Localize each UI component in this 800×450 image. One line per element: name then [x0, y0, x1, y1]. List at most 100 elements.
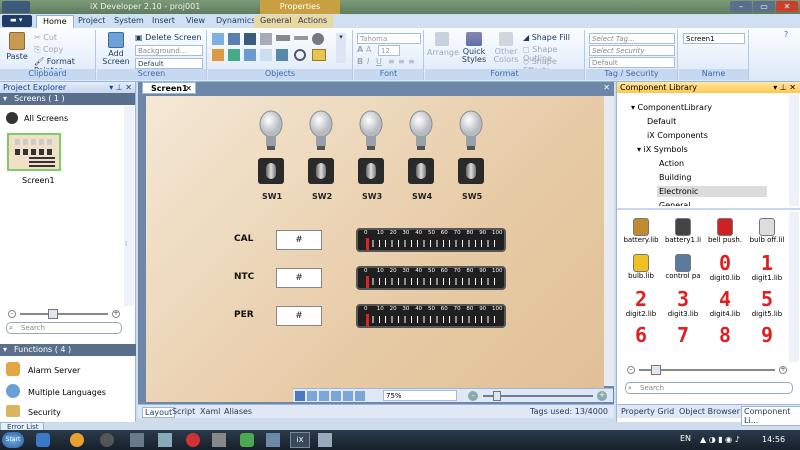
zoom-slider-thumb[interactable]: [493, 391, 501, 401]
security-groups-combo[interactable]: Select Security Groups...: [589, 45, 675, 65]
library-item[interactable]: bulb off.lil: [747, 216, 787, 250]
font-family-combo[interactable]: Tahoma: [357, 33, 421, 44]
tree-node-building[interactable]: Building: [657, 172, 693, 183]
arrange-button[interactable]: Arrange: [427, 32, 459, 57]
button-object-icon[interactable]: [212, 33, 224, 45]
tab-actions[interactable]: Actions: [292, 15, 334, 28]
zoom-in-button[interactable]: +: [597, 391, 607, 401]
start-button[interactable]: Start: [2, 432, 24, 448]
tree-node-electronic[interactable]: Electronic: [657, 186, 767, 197]
numeric-input[interactable]: #: [276, 306, 322, 326]
taskbar-chrome-icon[interactable]: [70, 433, 84, 447]
close-editor-icon[interactable]: ✕: [603, 83, 610, 92]
items-scrollbar[interactable]: [789, 212, 799, 362]
close-tab-icon[interactable]: ✕: [185, 83, 192, 94]
library-item[interactable]: 7: [663, 324, 703, 358]
all-screens-item[interactable]: All Screens: [24, 114, 68, 123]
tab-home[interactable]: Home: [36, 15, 74, 28]
bulb-off-icon[interactable]: [308, 110, 334, 152]
toggle-switch[interactable]: [308, 158, 334, 184]
screen1-thumbnail[interactable]: [7, 133, 61, 171]
delete-screen-button[interactable]: ▣ Delete Screen: [135, 33, 201, 42]
tab-insert[interactable]: Insert: [146, 15, 181, 28]
tab-object-browser[interactable]: Object Browser: [679, 407, 740, 416]
toggle-switch[interactable]: [408, 158, 434, 184]
library-item[interactable]: 9: [747, 324, 787, 358]
bulb-off-icon[interactable]: [258, 110, 284, 152]
app-menu-button[interactable]: [2, 1, 30, 13]
panel-pin-icon[interactable]: ▾ ⊥ ✕: [109, 82, 132, 93]
picture-object-icon[interactable]: [228, 33, 240, 45]
tab-aliases[interactable]: Aliases: [224, 407, 252, 416]
align-left-button[interactable]: ≡: [388, 57, 395, 66]
copy-button[interactable]: ⎘ Copy: [34, 45, 63, 55]
shape-fill-button[interactable]: ◢ Shape Fill: [523, 33, 570, 42]
zoom-out-icon[interactable]: –: [8, 310, 16, 318]
library-item[interactable]: battery1.li: [663, 216, 703, 250]
align-center-button[interactable]: ≡: [398, 57, 405, 66]
library-item[interactable]: battery.lib: [621, 216, 661, 250]
taskbar-line-icon[interactable]: [240, 433, 254, 447]
text-object-icon[interactable]: [276, 49, 288, 61]
library-item[interactable]: 6: [621, 324, 661, 358]
tab-project[interactable]: Project: [72, 15, 111, 28]
zoom-out-icon[interactable]: –: [627, 366, 635, 374]
split-view-icon[interactable]: [343, 391, 353, 401]
library-search-input[interactable]: Search: [625, 382, 793, 394]
bold-toggle[interactable]: B: [357, 57, 363, 66]
editor-vertical-scrollbar[interactable]: [604, 96, 614, 386]
table-object-icon[interactable]: [260, 49, 272, 61]
screen-template-combo[interactable]: Default: [135, 58, 203, 69]
library-item[interactable]: 5 digit5.lib: [747, 288, 787, 322]
tab-script[interactable]: Script: [172, 407, 195, 416]
gauge-object-icon[interactable]: [228, 49, 240, 61]
zoom-in-icon[interactable]: +: [779, 366, 787, 374]
chart-object-icon[interactable]: [212, 49, 224, 61]
quick-styles-button[interactable]: Quick Styles: [457, 32, 491, 64]
library-item[interactable]: control pa: [663, 252, 703, 286]
media-object-icon[interactable]: [244, 33, 256, 45]
function-alarm-server[interactable]: Alarm Server: [28, 366, 80, 375]
tab-property-grid[interactable]: Property Grid: [621, 407, 674, 416]
font-size-combo[interactable]: 12: [378, 45, 400, 56]
objects-gallery[interactable]: ▾: [212, 33, 348, 65]
language-indicator[interactable]: EN: [680, 434, 691, 443]
taskbar-media-icon[interactable]: [186, 433, 200, 447]
security-default-combo[interactable]: Default: [589, 57, 675, 68]
tree-node-default[interactable]: Default: [645, 116, 678, 127]
maximize-button[interactable]: ▭: [753, 1, 775, 12]
trend-object-icon[interactable]: [260, 33, 272, 45]
tab-system[interactable]: System: [108, 15, 150, 28]
tree-scrollbar[interactable]: [789, 94, 799, 206]
tree-node-ix-components[interactable]: iX Components: [645, 130, 710, 141]
snap-icon[interactable]: [307, 391, 317, 401]
font-color-button[interactable]: A: [366, 45, 371, 54]
tree-node-ix-symbols[interactable]: ▾ iX Symbols: [635, 144, 690, 155]
preview-icon[interactable]: [331, 391, 341, 401]
zoom-in-icon[interactable]: +: [112, 310, 120, 318]
grid-view-icon[interactable]: [295, 391, 305, 401]
library-item[interactable]: 8: [705, 324, 745, 358]
library-item[interactable]: 4 digit4.lib: [705, 288, 745, 322]
taskbar-word-icon[interactable]: [158, 433, 172, 447]
background-combo[interactable]: Background...: [135, 45, 203, 56]
bold-button[interactable]: A: [357, 45, 363, 54]
tree-node-general[interactable]: General: [657, 200, 693, 206]
functions-section-header[interactable]: ▾ Functions ( 4 ): [0, 344, 136, 356]
linear-gauge[interactable]: 0 10 20 30 40 50 60 70 80 90 100: [356, 304, 506, 328]
select-tag-combo[interactable]: Select Tag...: [589, 33, 675, 44]
panel-controls-icon[interactable]: ▾ ⊥ ✕: [773, 82, 796, 93]
toggle-switch[interactable]: [358, 158, 384, 184]
library-item[interactable]: 1 digit1.lib: [747, 252, 787, 286]
italic-toggle[interactable]: I: [367, 57, 369, 66]
numeric-input[interactable]: #: [276, 230, 322, 250]
taskbar-ix-icon[interactable]: iX: [290, 432, 310, 448]
taskbar-steam-icon[interactable]: [100, 433, 114, 447]
paste-button[interactable]: Paste: [4, 32, 30, 61]
minimize-button[interactable]: –: [730, 1, 752, 12]
cut-button[interactable]: ✂ Cut: [34, 33, 57, 42]
rectangle-object-icon[interactable]: [312, 49, 326, 61]
tab-general[interactable]: General: [254, 15, 298, 28]
library-size-slider[interactable]: – +: [627, 365, 787, 375]
toggle-switch[interactable]: [458, 158, 484, 184]
